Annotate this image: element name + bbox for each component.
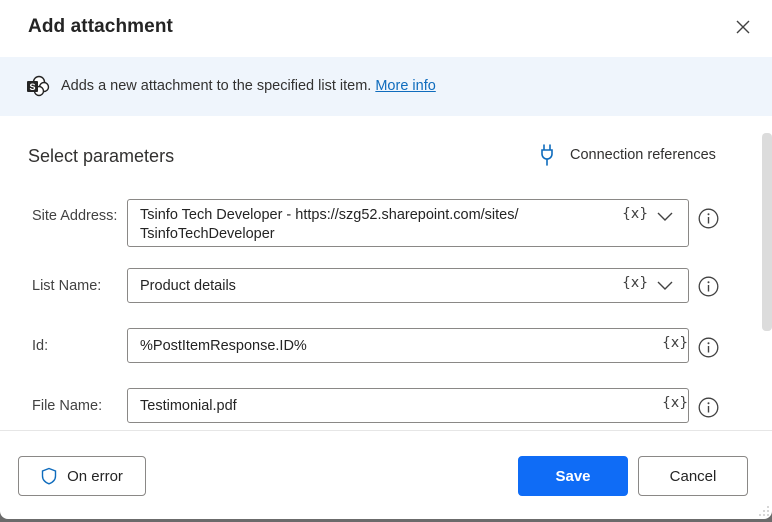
site-address-field[interactable]: Tsinfo Tech Developer - https://szg52.sh… [127,199,689,247]
plug-icon [541,144,553,166]
sharepoint-icon: S [27,75,50,97]
chevron-down-icon[interactable] [656,211,674,223]
list-name-value: Product details [140,278,236,294]
add-attachment-dialog: Add attachment S Adds a new attachment t… [0,0,772,519]
info-banner: S Adds a new attachment to the specified… [0,57,772,116]
connection-references-button[interactable]: Connection references [540,144,716,166]
info-icon[interactable] [698,276,719,297]
id-label: Id: [32,338,49,354]
info-icon[interactable] [698,397,719,418]
close-icon [736,20,750,34]
list-name-field[interactable]: Product details {x} [127,268,689,303]
shield-icon [41,467,57,485]
resize-grip-icon[interactable] [758,505,770,517]
on-error-button[interactable]: On error [18,456,146,496]
file-name-value: Testimonial.pdf [140,398,237,414]
variable-button[interactable]: {x} [622,275,648,291]
parameters-panel: Select parameters Connection references … [0,116,772,431]
section-title: Select parameters [28,146,175,166]
variable-button[interactable]: {x} [662,395,688,411]
svg-text:S: S [29,82,35,92]
cancel-button[interactable]: Cancel [638,456,748,496]
banner-description: Adds a new attachment to the specified l… [61,78,372,94]
on-error-label: On error [67,467,123,485]
footer-divider [0,430,772,431]
file-name-label: File Name: [32,398,103,414]
info-icon[interactable] [698,208,719,229]
dialog-title: Add attachment [28,16,173,37]
variable-button[interactable]: {x} [622,206,648,222]
site-address-value-line2: TsinfoTechDeveloper [140,226,275,242]
close-button[interactable] [730,14,756,40]
more-info-link[interactable]: More info [375,78,435,94]
banner-text: Adds a new attachment to the specified l… [61,78,436,94]
variable-button[interactable]: {x} [662,335,688,351]
site-address-value-line1: Tsinfo Tech Developer - https://szg52.sh… [140,207,519,223]
id-field[interactable]: %PostItemResponse.ID% {x} [127,328,689,363]
save-button[interactable]: Save [518,456,628,496]
vertical-scrollbar[interactable] [762,133,772,331]
chevron-down-icon[interactable] [656,280,674,292]
list-name-label: List Name: [32,278,102,294]
file-name-field[interactable]: Testimonial.pdf {x} [127,388,689,423]
dialog-header: Add attachment [0,0,772,56]
info-icon[interactable] [698,337,719,358]
id-value: %PostItemResponse.ID% [140,338,307,354]
connection-references-label: Connection references [570,147,716,163]
site-address-label: Site Address: [32,208,118,224]
